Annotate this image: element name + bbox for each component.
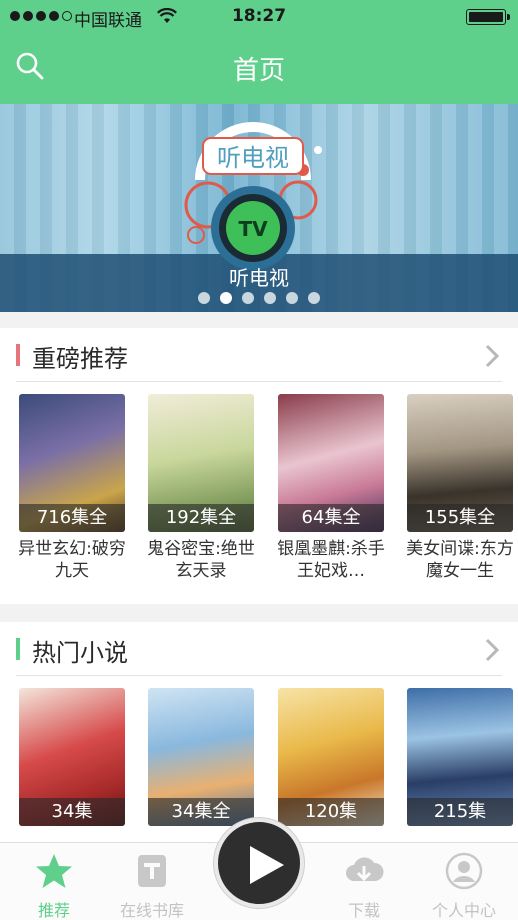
book-cover[interactable]: 192集全: [148, 394, 254, 532]
carousel-dot-active[interactable]: [220, 292, 232, 304]
book-card[interactable]: 64集全 银凰墨麒:杀手王妃戏…: [277, 394, 385, 582]
tab-label: 在线书库: [119, 901, 184, 920]
tab-download[interactable]: 下载: [312, 849, 416, 920]
play-icon: [250, 846, 284, 884]
section-header[interactable]: 热门小说: [0, 622, 518, 676]
book-card[interactable]: 155集全 美女间谍:东方魔女一生: [406, 394, 514, 582]
book-card[interactable]: 120集: [278, 688, 384, 826]
book-cover[interactable]: 215集: [407, 688, 513, 826]
book-cover[interactable]: 34集: [19, 688, 125, 826]
user-icon: [445, 852, 483, 890]
tab-label: 推荐: [37, 901, 70, 920]
book-title: 鬼谷密宝:绝世玄天录: [147, 539, 255, 581]
book-icon: [138, 855, 166, 887]
carousel-dot[interactable]: [308, 292, 320, 304]
book-title: 异世玄幻:破穷九天: [18, 539, 126, 581]
chevron-right-icon[interactable]: [482, 342, 502, 370]
tab-label: 个人中心: [431, 901, 496, 920]
tab-label: 下载: [347, 901, 380, 920]
book-cover[interactable]: 34集全: [148, 688, 254, 826]
section-accent-bar: [16, 344, 20, 366]
book-card[interactable]: 716集全 异世玄幻:破穷九天: [18, 394, 126, 582]
book-card[interactable]: 34集全: [148, 688, 254, 826]
book-title: 银凰墨麒:杀手王妃戏…: [277, 539, 385, 581]
episode-count: 192集全: [148, 504, 254, 532]
battery-icon: [466, 9, 510, 25]
section-accent-bar: [16, 638, 20, 660]
section-header[interactable]: 重磅推荐: [0, 328, 518, 382]
cloud-download-icon: [346, 857, 384, 882]
carousel-dot[interactable]: [264, 292, 276, 304]
recommended-section: 重磅推荐 716集全 异世玄幻:破穷九天 192集全 鬼谷密宝:绝世玄天录 64…: [0, 328, 518, 604]
book-cover[interactable]: 64集全: [278, 394, 384, 532]
chevron-right-icon[interactable]: [482, 636, 502, 664]
svg-text:TV: TV: [238, 217, 268, 241]
section-title: 重磅推荐: [32, 345, 128, 373]
app-header: 中国联通 18:27 首页: [0, 0, 518, 104]
tab-profile[interactable]: 个人中心: [412, 849, 516, 920]
episode-count: 155集全: [407, 504, 513, 532]
status-bar: 中国联通 18:27: [0, 0, 518, 34]
episode-count: 64集全: [278, 504, 384, 532]
episode-count: 120集: [278, 798, 384, 826]
episode-count: 215集: [407, 798, 513, 826]
book-card[interactable]: 192集全 鬼谷密宝:绝世玄天录: [147, 394, 255, 582]
banner-carousel[interactable]: 听电视 TV 听电视: [0, 104, 518, 312]
episode-count: 34集: [19, 798, 125, 826]
book-card[interactable]: 215集: [407, 688, 513, 826]
book-card[interactable]: 34集: [19, 688, 125, 826]
banner-caption: 听电视: [229, 266, 289, 290]
carousel-dot[interactable]: [286, 292, 298, 304]
episode-count: 716集全: [19, 504, 125, 532]
page-title: 首页: [232, 56, 285, 86]
carousel-indicator[interactable]: [0, 292, 518, 304]
carousel-dot[interactable]: [198, 292, 210, 304]
book-cover[interactable]: 155集全: [407, 394, 513, 532]
banner-logo-text: 听电视: [217, 144, 289, 172]
tab-online-library[interactable]: 在线书库: [100, 849, 204, 920]
book-title: 美女间谍:东方魔女一生: [406, 539, 514, 581]
section-title: 热门小说: [32, 639, 128, 667]
book-cover[interactable]: 120集: [278, 688, 384, 826]
tab-recommend[interactable]: 推荐: [2, 849, 106, 920]
star-icon: [36, 854, 72, 888]
clock: 18:27: [231, 6, 287, 26]
book-cover[interactable]: 716集全: [19, 394, 125, 532]
play-button[interactable]: [214, 818, 304, 908]
carousel-dot[interactable]: [242, 292, 254, 304]
